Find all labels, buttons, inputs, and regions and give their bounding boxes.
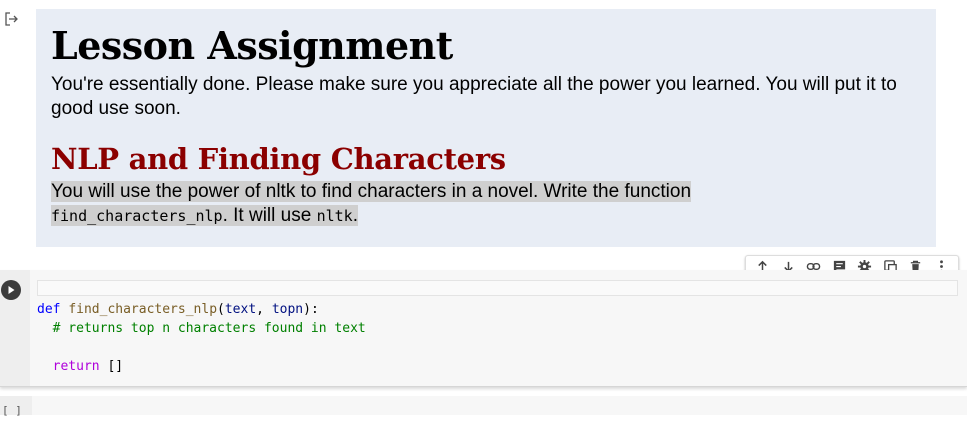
run-cell-button[interactable]	[1, 280, 21, 300]
page-title: Lesson Assignment	[51, 23, 453, 68]
param-text: text	[224, 302, 257, 317]
open-paren: (	[217, 302, 225, 317]
task-text-suffix: .	[352, 205, 358, 226]
code-comment: # returns top n characters found in text	[37, 321, 366, 336]
function-name: find_characters_nlp	[68, 302, 218, 317]
return-value: []	[99, 359, 124, 374]
task-text-prefix: You will use the power of nltk to find c…	[51, 181, 692, 202]
code-cell[interactable]: def find_characters_nlp(text, topn): # r…	[0, 270, 967, 387]
code-editor[interactable]: def find_characters_nlp(text, topn): # r…	[37, 300, 366, 376]
close-paren: ):	[303, 302, 319, 317]
param-topn: topn	[271, 302, 304, 317]
inline-code-library: nltk	[316, 207, 353, 225]
markdown-cell[interactable]: Lesson Assignment You're essentially don…	[36, 9, 936, 247]
keyword-return: return	[52, 359, 100, 374]
intro-paragraph: You're essentially done. Please make sur…	[51, 74, 897, 119]
editor-top-bar	[37, 280, 958, 296]
task-text-middle: . It will use	[222, 205, 317, 226]
param-separator: ,	[256, 302, 272, 317]
next-code-cell[interactable]: [ ]	[0, 396, 967, 417]
keyword-def: def	[37, 302, 61, 317]
section-title: NLP and Finding Characters	[51, 142, 506, 176]
play-icon	[8, 286, 15, 294]
task-paragraph: You will use the power of nltk to find c…	[51, 180, 921, 228]
output-redirect-icon	[4, 12, 20, 26]
inline-code-function: find_characters_nlp	[51, 207, 223, 225]
cell-execution-count: [ ]	[0, 396, 32, 417]
